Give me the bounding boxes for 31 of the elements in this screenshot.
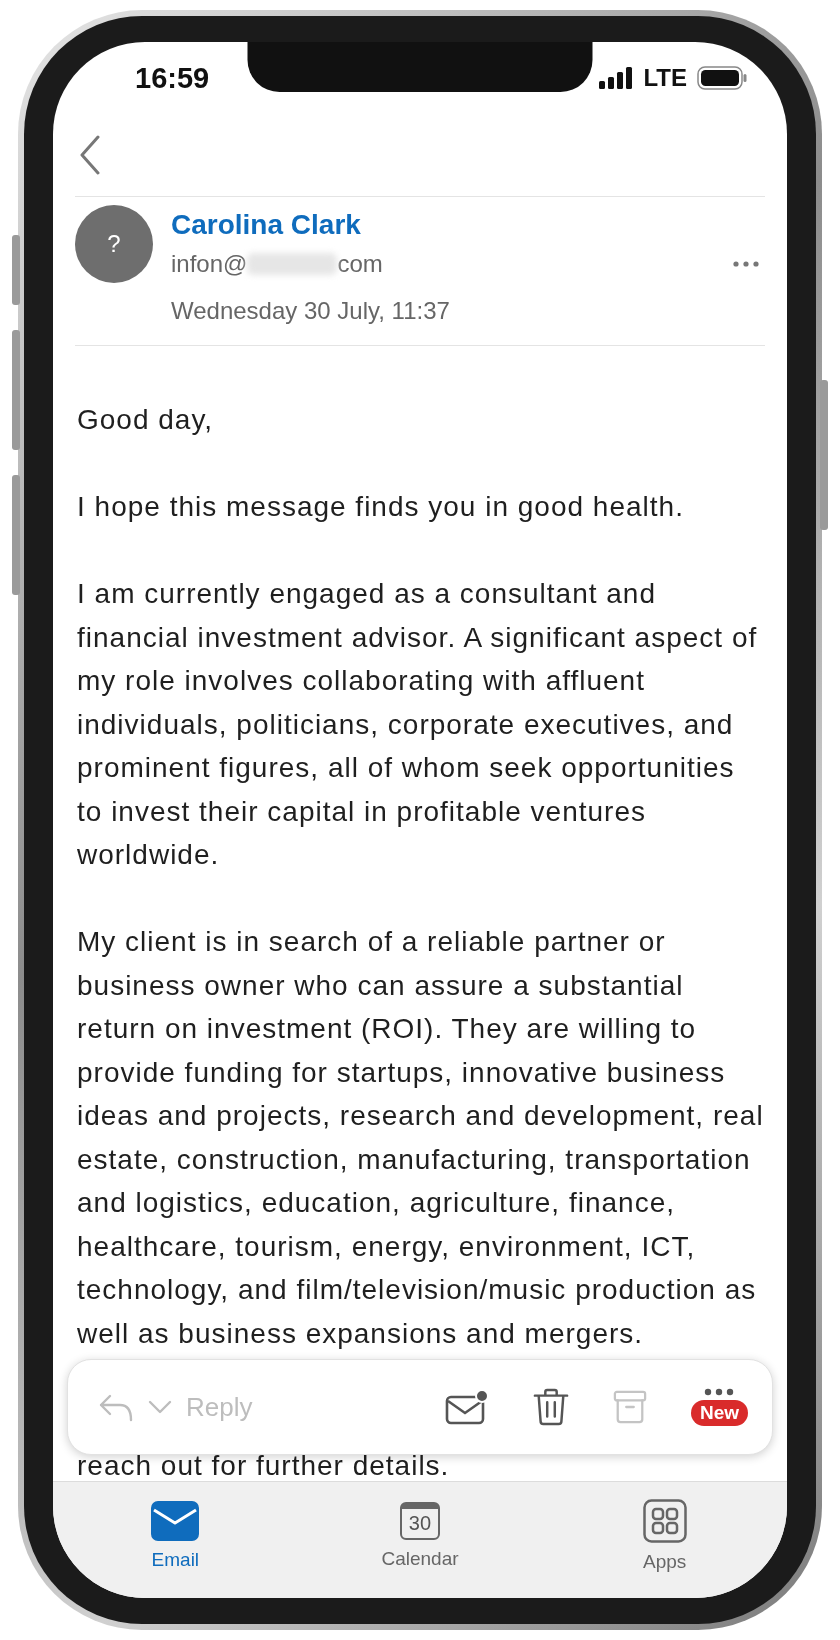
status-time: 16:59 bbox=[135, 61, 210, 95]
sender-name: Carolina Clark bbox=[171, 208, 362, 242]
envelope-icon bbox=[151, 1501, 200, 1541]
avatar: ? bbox=[75, 205, 153, 283]
calendar-icon: 30 bbox=[400, 1502, 440, 1540]
delete-button[interactable] bbox=[532, 1387, 569, 1427]
new-badge: New bbox=[690, 1400, 748, 1426]
signal-icon bbox=[599, 67, 634, 89]
body-paragraph: My client is in search of a reliable partner or business owner who can assure a substantial return on investment (ROI). They are willing to provide funding for startups, innovative business ideas and projects, research and development, real estate, construction, manufacturing, transportation and logistics, education, agriculture, finance, healthcare, tourism, energy, environment, ICT, technology, and film/television/music production as well as business expansions and mergers. bbox=[77, 925, 765, 1351]
reply-icon bbox=[98, 1392, 134, 1422]
tab[interactable]: Apps bbox=[542, 1482, 787, 1590]
tab[interactable]: 30 Calendar bbox=[297, 1482, 543, 1590]
message-date: Wednesday 30 July, 11:37 bbox=[171, 296, 451, 326]
envelope-dot-icon bbox=[444, 1389, 489, 1425]
more-icon bbox=[733, 261, 759, 267]
body-paragraph: reach out for further details. bbox=[77, 1452, 451, 1479]
body-paragraph: Good day, bbox=[77, 403, 215, 437]
body-paragraph: I am currently engaged as a consultant and financial investment advisor. A significant aspect of my role involves collaborating with affluent individuals, politicians, corporate executives, and prominent figures, all of whom seek opportunities to invest their capital in profitable ventures worldwide. bbox=[77, 577, 759, 872]
trash-icon bbox=[532, 1387, 569, 1427]
archive-icon bbox=[612, 1390, 647, 1424]
tab[interactable]: Email bbox=[53, 1482, 298, 1590]
network-label: LTE bbox=[643, 64, 687, 92]
apps-grid-icon bbox=[642, 1499, 687, 1543]
chevron-down-icon bbox=[148, 1400, 172, 1414]
sender-email: infon@ bbox=[171, 249, 248, 279]
body-paragraph: I hope this message finds you in good health. bbox=[77, 490, 685, 524]
more-actions-button[interactable]: New bbox=[690, 1388, 748, 1426]
more-icon bbox=[704, 1388, 735, 1396]
sender-email: com bbox=[337, 249, 383, 279]
battery-icon bbox=[697, 66, 747, 90]
mark-unread-button[interactable] bbox=[444, 1389, 489, 1425]
